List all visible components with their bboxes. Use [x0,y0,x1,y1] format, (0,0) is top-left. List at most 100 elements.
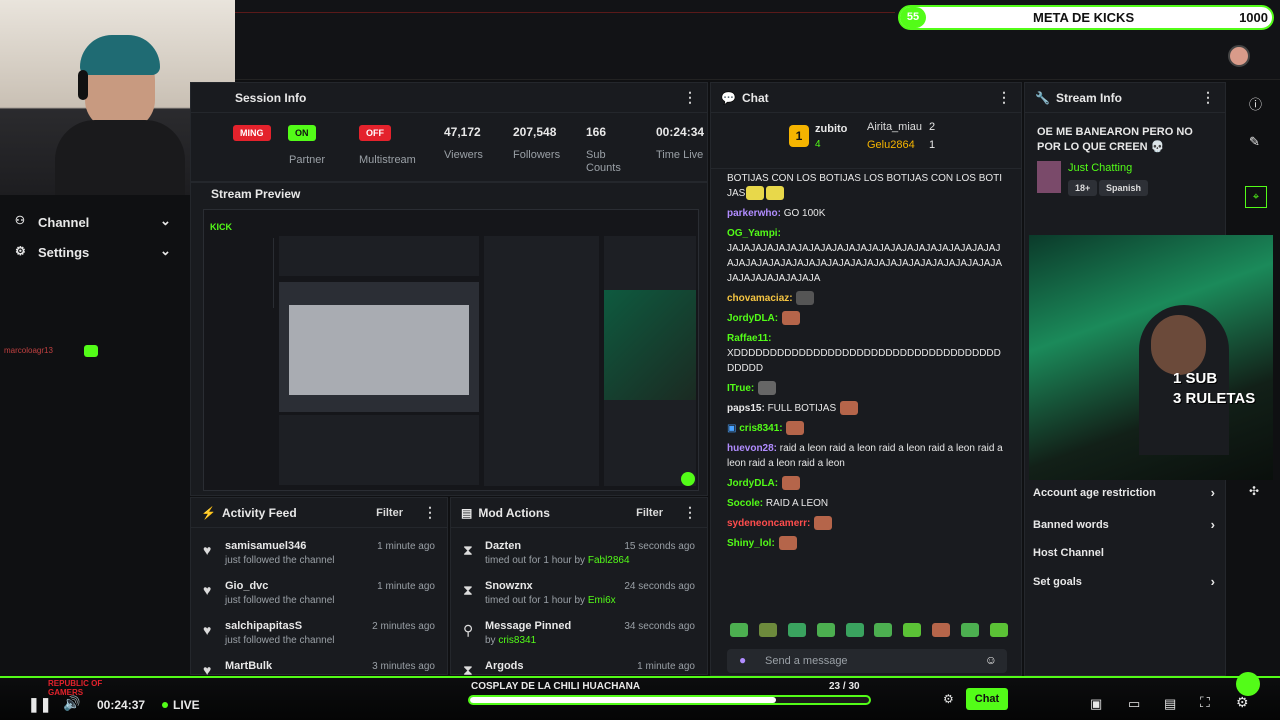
captions-icon[interactable]: ▤ [1164,696,1176,712]
option-label: Host Channel [1033,547,1104,559]
chat-username[interactable]: ITrue: [727,383,754,394]
emote-button[interactable] [961,623,979,637]
kebab-menu-icon[interactable]: ⋮ [683,89,697,106]
host-channel-button[interactable]: Host Channel [1025,543,1225,567]
follower-name[interactable]: salchipapitasS [225,620,302,632]
microphone-icon[interactable]: ● [739,653,746,667]
fullscreen-icon[interactable]: ⛶ [1200,694,1210,711]
chat-input[interactable]: ● Send a message ☺ [727,649,1007,673]
gifter-name[interactable]: zubito [815,123,847,135]
emote-button[interactable] [787,623,806,637]
dashboard-icon[interactable]: ✣ [1249,484,1259,498]
account-age-restriction-button[interactable]: Account age restriction › [1025,483,1225,507]
chat-username[interactable]: Socole: [727,498,763,509]
chat-title: Chat [741,90,769,105]
theater-mode-icon[interactable]: ▭ [1128,696,1140,712]
kick-round-icon[interactable] [1236,672,1260,696]
stat-time-live: 00:24:34 Time Live [656,125,704,162]
chat-username[interactable]: JordyDLA: [727,478,778,489]
volume-icon[interactable]: 🔊 [63,695,80,712]
mod-by[interactable]: Emi6x [588,595,616,606]
chat-text: XDDDDDDDDDDDDDDDDDDDDDDDDDDDDDDDDDDDDDDD… [727,348,1001,374]
pencil-icon[interactable]: ✎ [1249,134,1260,150]
emote-button[interactable] [874,623,893,637]
chevron-down-icon: ⌄ [160,243,171,258]
stream-preview-video[interactable]: KICK [203,209,699,491]
mod-target[interactable]: Dazten [485,540,521,552]
timestamp: 1 minute ago [377,541,435,552]
emote-button[interactable] [816,623,835,637]
timestamp: 24 seconds ago [624,581,695,592]
follower-name[interactable]: Gio_dvc [225,580,268,592]
category-link[interactable]: Just Chatting [1068,162,1132,174]
sidebar-item-channel[interactable]: ⚇ Channel ⌄ [0,208,185,238]
chat-username[interactable]: Raffae11: [727,333,771,344]
set-goals-button[interactable]: Set goals › [1025,572,1225,596]
chat-username[interactable]: parkerwho: [727,208,781,219]
follower-name[interactable]: samisamuel346 [225,540,306,552]
gifter-name[interactable]: Gelu2864 [867,139,915,151]
emote-button[interactable] [989,623,1008,637]
chat-username[interactable]: sydeneoncamerr: [727,518,810,529]
activity-feed-title: Activity Feed [221,505,297,520]
timestamp: 1 minute ago [637,661,695,672]
activity-filter-button[interactable]: Filter [376,507,403,519]
mod-target[interactable]: Argods [485,660,524,672]
kebab-menu-icon[interactable]: ⋮ [1201,89,1215,106]
chat-username[interactable]: JordyDLA: [727,313,778,324]
mod-target[interactable]: Snowznx [485,580,533,592]
gifter-name[interactable]: Airita_miau [867,121,922,133]
chat-message: paps15: FULL BOTIJAS [727,401,1007,416]
banned-words-button[interactable]: Banned words › [1025,515,1225,539]
mod-by[interactable]: cris8341 [498,635,536,646]
timestamp: 3 minutes ago [372,661,435,672]
subs-value: 166 [586,125,607,139]
chat-message: huevon28: raid a leon raid a leon raid a… [727,441,1007,471]
preview-screen-window [289,305,469,395]
timestamp: 15 seconds ago [624,541,695,552]
hourglass-icon: ⧗ [463,582,473,598]
stream-info-header: 🔧 Stream Info ⋮ [1025,83,1225,113]
pin-icon: ⚲ [463,622,474,638]
camera-icon[interactable]: ⌖ [1245,186,1267,208]
timestamp: 2 minutes ago [372,621,435,632]
smiley-icon[interactable]: ☺ [985,653,997,667]
gifter-count: 1 [929,139,936,151]
emote [814,516,833,531]
live-label: LIVE [173,698,200,712]
chat-username[interactable]: paps15: [727,403,765,414]
emote-button[interactable] [730,623,748,637]
emote-button[interactable] [758,623,777,637]
chat-username[interactable]: OG_Yampi: [727,228,781,239]
info-icon[interactable]: ⓘ [1249,94,1262,113]
chevron-right-icon: › [1210,574,1215,589]
emote-button[interactable] [932,623,951,637]
settings-small-icon[interactable]: ⚙ [943,692,954,706]
stream-title: OE ME BANEARON PERO NO POR LO QUE CREEN … [1037,126,1193,153]
chat-username[interactable]: cris8341: [739,423,782,434]
user-avatar[interactable] [1228,45,1250,67]
emote-button[interactable] [903,623,922,637]
sidebar-item-settings[interactable]: ⚙ Settings ⌄ [0,238,185,268]
list-item: ♥ samisamuel346 just followed the channe… [191,538,447,578]
miniplayer-icon[interactable]: ▣ [1090,696,1102,712]
kebab-menu-icon[interactable]: ⋮ [423,504,437,521]
mod-target[interactable]: Message Pinned [485,620,571,632]
kebab-menu-icon[interactable]: ⋮ [683,504,697,521]
emote [786,421,805,436]
chat-username[interactable]: chovamaciaz: [727,293,793,304]
kebab-menu-icon[interactable]: ⋮ [997,89,1011,106]
list-item: ⚲ Message Pinned by cris8341 34 seconds … [451,618,707,658]
emote [796,291,815,306]
chat-username[interactable]: Shiny_lol: [727,538,775,549]
emote-button[interactable] [845,623,864,637]
pause-icon[interactable]: ❚❚ [28,696,51,713]
player-settings-icon[interactable]: ⚙ [1236,694,1249,711]
mod-filter-button[interactable]: Filter [636,507,663,519]
document-icon: ▤ [461,505,473,520]
chat-button[interactable]: Chat [966,688,1008,710]
chat-username[interactable]: huevon28: [727,443,777,454]
mod-by[interactable]: Fabl2864 [588,555,630,566]
multistream-label: Multistream [359,154,416,166]
follower-name[interactable]: MartBulk [225,660,272,672]
